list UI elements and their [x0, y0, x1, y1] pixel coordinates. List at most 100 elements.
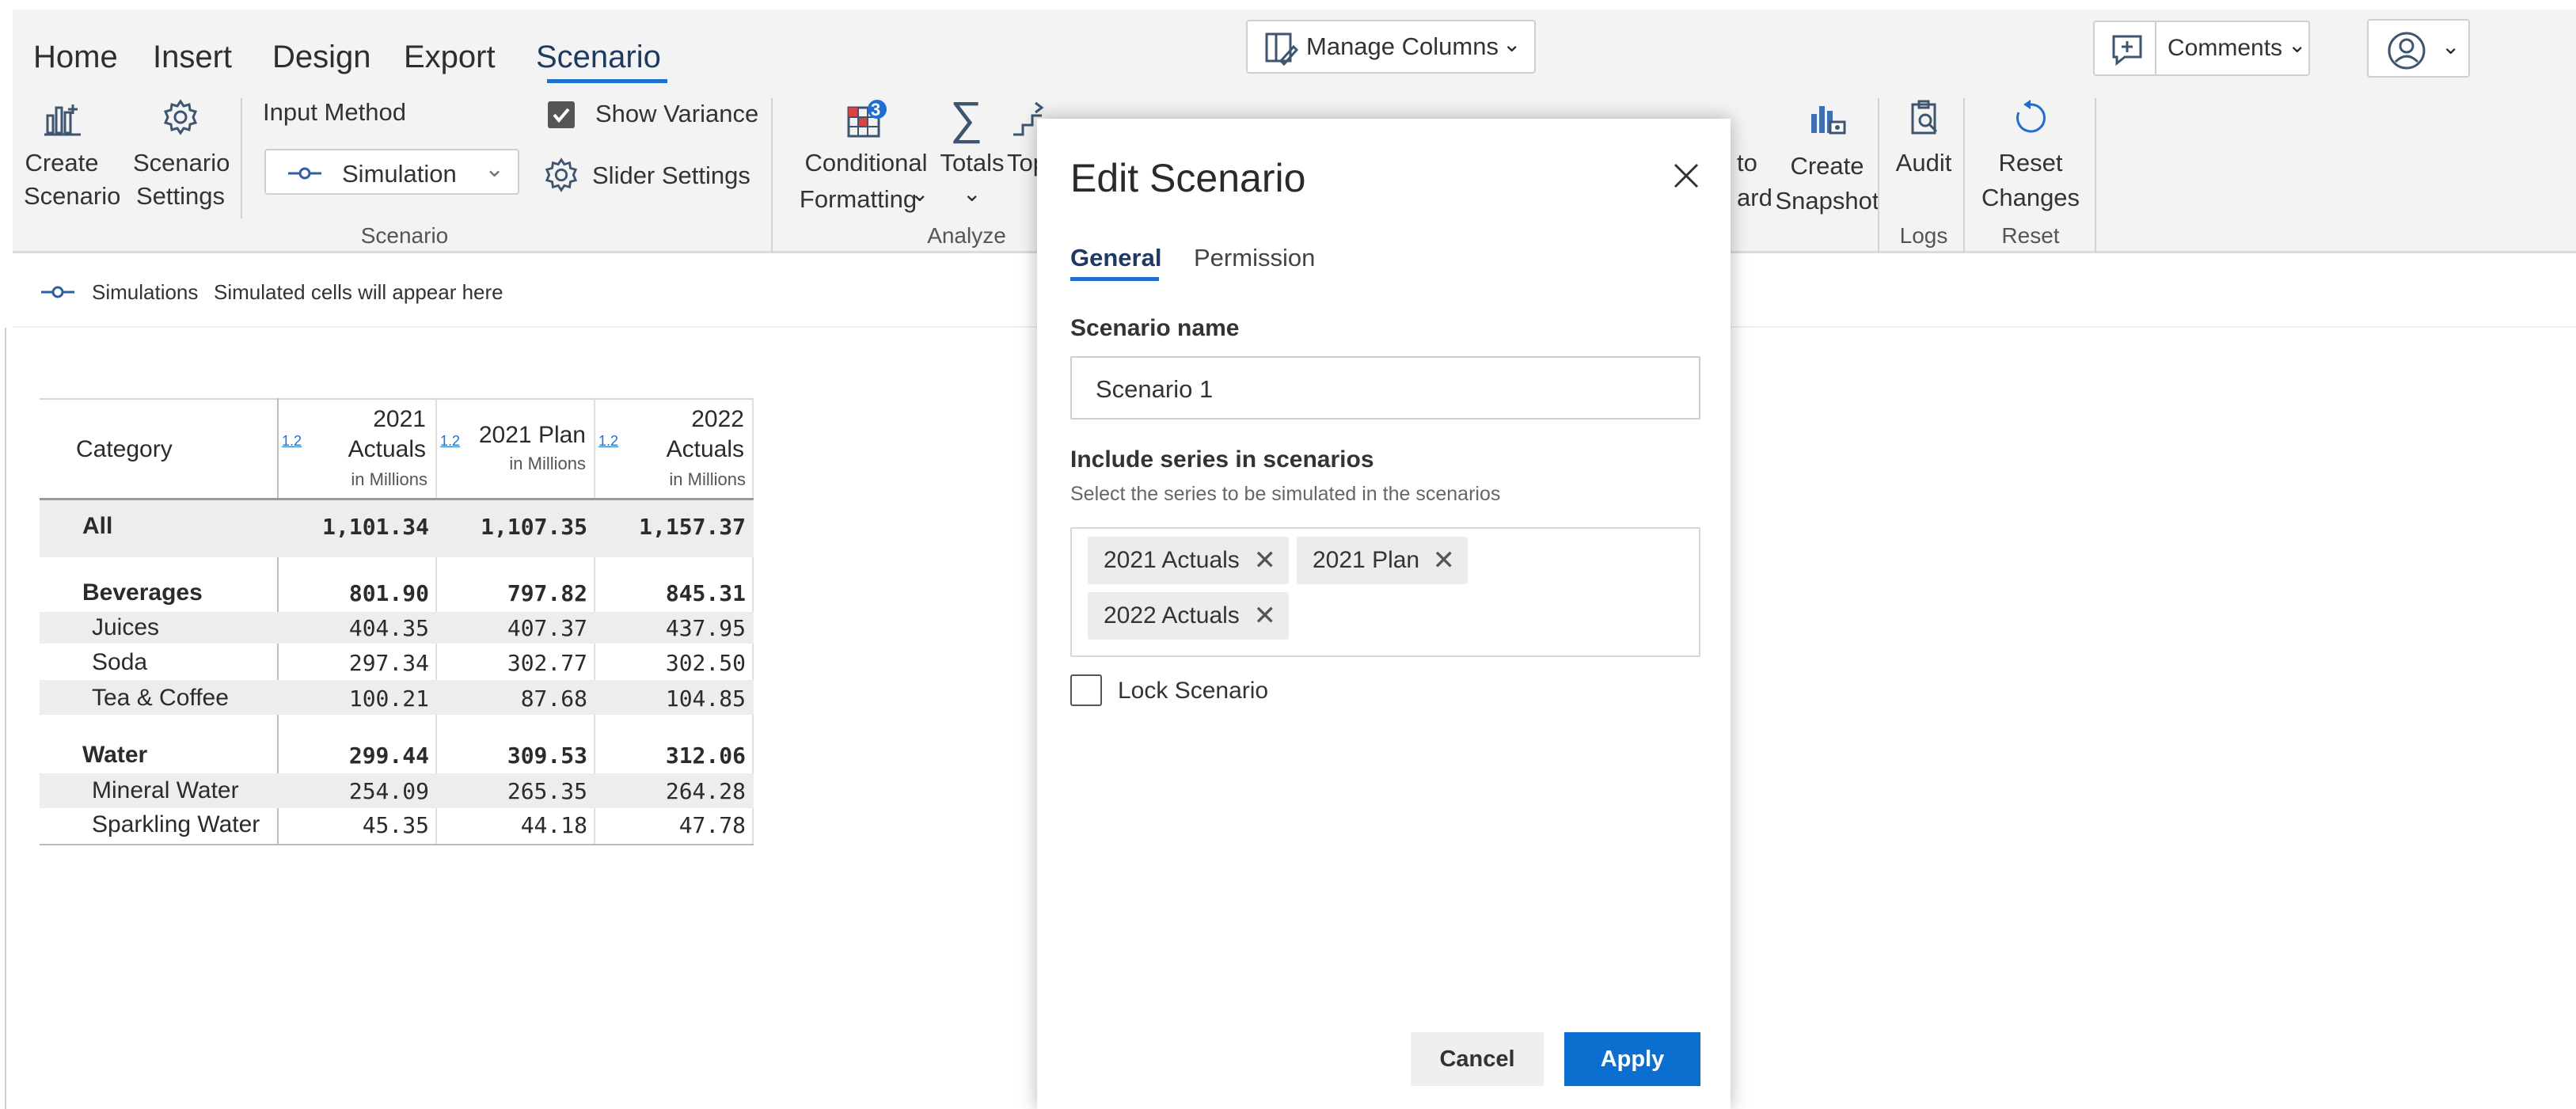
- lock-scenario-label: Lock Scenario: [1118, 678, 1269, 704]
- cell-value[interactable]: 47.78: [602, 812, 746, 838]
- sum-icon: ∑: [950, 93, 983, 144]
- row-label: Sparkling Water: [92, 811, 260, 837]
- snapshot-icon: [1811, 106, 1846, 135]
- chevron-down-icon: ⌄: [2441, 34, 2460, 59]
- scenario-settings-label-1: Scenario: [133, 149, 230, 177]
- menu-tab-export[interactable]: Export: [404, 40, 496, 75]
- create-snapshot-label-2: Snapshot: [1775, 187, 1879, 215]
- edit-scenario-dialog: Edit Scenario General Permission Scenari…: [1037, 119, 1731, 1109]
- scenario-settings-button[interactable]: Scenario Settings: [133, 95, 230, 222]
- dashboard-button-partial[interactable]: to ard: [1737, 95, 1772, 222]
- cell-value[interactable]: 45.35: [285, 812, 429, 838]
- conditional-formatting-button[interactable]: 3 Conditional Formatting ⌄: [787, 95, 945, 222]
- input-method-value: Simulation: [342, 160, 457, 188]
- checkmark-icon: [553, 108, 570, 123]
- menu-tab-design[interactable]: Design: [272, 40, 371, 75]
- cancel-button[interactable]: Cancel: [1411, 1032, 1544, 1086]
- close-icon[interactable]: [1670, 160, 1702, 192]
- cell-value[interactable]: 265.35: [443, 778, 587, 804]
- user-menu-button[interactable]: ⌄: [2367, 19, 2470, 78]
- conditional-formatting-badge: 3: [871, 100, 881, 120]
- create-scenario-button[interactable]: Create Scenario: [24, 95, 120, 222]
- chevron-down-icon: ⌄: [1503, 32, 1522, 56]
- cell-value[interactable]: 44.18: [443, 812, 587, 838]
- apply-button[interactable]: Apply: [1564, 1032, 1700, 1086]
- simulation-icon: [288, 167, 321, 180]
- user-avatar-icon: [2388, 32, 2426, 70]
- row-label: Water: [82, 742, 148, 768]
- simulations-label: Simulations: [92, 280, 199, 304]
- scenario-name-input[interactable]: Scenario 1: [1070, 356, 1700, 420]
- cell-value[interactable]: 297.34: [285, 650, 429, 676]
- row-label: Beverages: [82, 579, 203, 606]
- series-tag-label: 2021 Actuals: [1104, 547, 1240, 573]
- cell-value[interactable]: 1,157.37: [602, 514, 746, 540]
- reset-changes-label-2: Changes: [1981, 184, 2080, 211]
- remove-tag-icon[interactable]: ✕: [1254, 537, 1277, 584]
- column-badge-icon[interactable]: 1.2: [282, 433, 302, 450]
- cell-value[interactable]: 1,107.35: [443, 514, 587, 540]
- ribbon-separator: [1963, 98, 1965, 253]
- series-tag: 2021 Plan ✕: [1297, 537, 1468, 584]
- cell-value[interactable]: 309.53: [443, 742, 587, 769]
- column-header-category[interactable]: Category: [76, 436, 173, 463]
- ribbon-separator: [771, 98, 773, 253]
- scenario-group-label: Scenario: [360, 223, 449, 248]
- reset-changes-button[interactable]: Reset Changes: [1971, 95, 2090, 222]
- cell-value[interactable]: 312.06: [602, 742, 746, 769]
- column-unit: in Millions: [669, 469, 746, 489]
- series-multiselect[interactable]: 2021 Actuals ✕ 2021 Plan ✕ 2022 Actuals …: [1070, 527, 1700, 657]
- row-label: Tea & Coffee: [92, 685, 229, 711]
- menu-tab-home[interactable]: Home: [33, 40, 118, 75]
- slider-settings-button[interactable]: Slider Settings: [592, 161, 750, 190]
- audit-button[interactable]: Audit: [1886, 95, 1962, 222]
- column-badge-icon[interactable]: 1.2: [440, 433, 460, 450]
- totals-button[interactable]: ∑ Totals ⌄: [936, 93, 1009, 222]
- manage-columns-button[interactable]: Manage Columns ⌄: [1246, 20, 1536, 74]
- column-header-2022-actuals-line1[interactable]: 2022: [617, 406, 744, 433]
- reset-changes-label-1: Reset: [1998, 149, 2063, 177]
- ribbon-separator: [241, 98, 242, 218]
- cell-value[interactable]: 254.09: [285, 778, 429, 804]
- cell-value[interactable]: 299.44: [285, 742, 429, 769]
- manage-columns-label: Manage Columns: [1306, 32, 1499, 60]
- cell-value[interactable]: 404.35: [285, 615, 429, 641]
- row-label: All: [82, 513, 113, 539]
- tab-permission[interactable]: Permission: [1194, 244, 1315, 272]
- cell-value[interactable]: 302.50: [602, 650, 746, 676]
- cell-value[interactable]: 100.21: [285, 686, 429, 712]
- chevron-down-icon: ⌄: [963, 181, 982, 206]
- create-snapshot-button[interactable]: Create Snapshot: [1772, 95, 1883, 222]
- cell-value[interactable]: 87.68: [443, 686, 587, 712]
- dashboard-label-1: to: [1737, 149, 1757, 177]
- show-variance-checkbox[interactable]: [548, 101, 575, 128]
- totals-label: Totals: [940, 149, 1005, 177]
- cell-value[interactable]: 845.31: [602, 580, 746, 606]
- cell-value[interactable]: 407.37: [443, 615, 587, 641]
- cell-value[interactable]: 437.95: [602, 615, 746, 641]
- column-header-2021-actuals-line1[interactable]: 2021: [301, 406, 426, 433]
- cell-value[interactable]: 801.90: [285, 580, 429, 606]
- menu-tab-scenario[interactable]: Scenario: [536, 40, 661, 75]
- cell-value[interactable]: 302.77: [443, 650, 587, 676]
- comments-button[interactable]: Comments ⌄: [2093, 21, 2310, 76]
- conditional-formatting-label-2: Formatting: [799, 185, 918, 213]
- column-header-2022-actuals-line2[interactable]: Actuals: [617, 436, 744, 463]
- input-method-select[interactable]: Simulation ⌄: [264, 149, 519, 195]
- remove-tag-icon[interactable]: ✕: [1254, 592, 1277, 640]
- column-header-2021-actuals-line2[interactable]: Actuals: [301, 436, 426, 463]
- remove-tag-icon[interactable]: ✕: [1433, 537, 1456, 584]
- cell-value[interactable]: 797.82: [443, 580, 587, 606]
- column-header-2021-plan[interactable]: 2021 Plan: [459, 422, 586, 449]
- cell-value[interactable]: 1,101.34: [285, 514, 429, 540]
- lock-scenario-checkbox[interactable]: [1070, 674, 1102, 706]
- dialog-title: Edit Scenario: [1070, 156, 1306, 200]
- tab-general[interactable]: General: [1070, 244, 1161, 272]
- cell-value[interactable]: 104.85: [602, 686, 746, 712]
- cell-value[interactable]: 264.28: [602, 778, 746, 804]
- menu-tab-insert[interactable]: Insert: [153, 40, 232, 75]
- manage-columns-icon: [1265, 32, 1298, 66]
- gear-icon: [163, 99, 198, 135]
- column-badge-icon[interactable]: 1.2: [598, 433, 618, 450]
- scenario-name-label: Scenario name: [1070, 315, 1240, 341]
